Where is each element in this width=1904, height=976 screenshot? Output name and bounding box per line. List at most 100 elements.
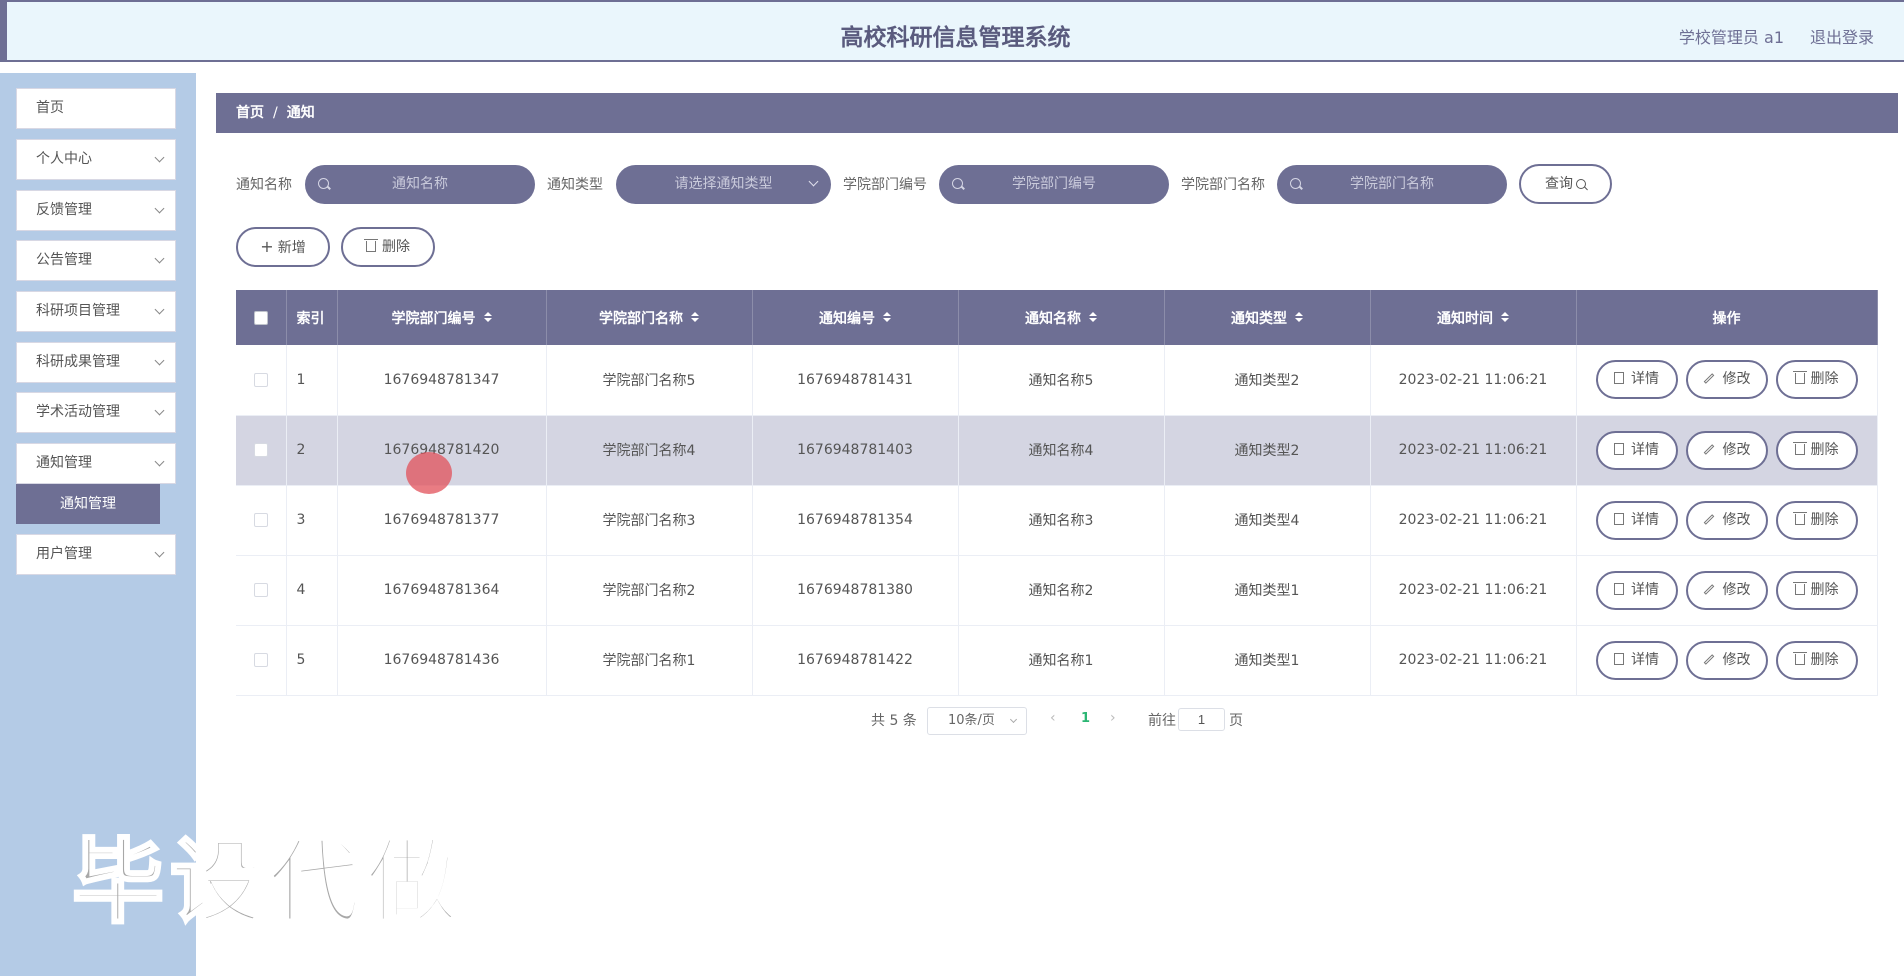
select-all-cell — [236, 290, 287, 345]
edit-button[interactable]: 修改 — [1685, 640, 1768, 680]
row-checkbox[interactable] — [253, 443, 268, 457]
row-checkbox[interactable] — [253, 653, 268, 667]
table-row[interactable]: 4 1676948781364 学院部门名称2 1676948781380 通知名称2 通… — [236, 555, 1878, 626]
table-cell: 1 — [286, 345, 338, 416]
sidebar-item-personal-center[interactable]: 个人中心 — [16, 139, 176, 180]
table-cell: 通知名称3 — [958, 485, 1165, 556]
search-icon — [1290, 178, 1301, 189]
sort-icon[interactable] — [691, 311, 699, 322]
sidebar-item-feedback[interactable]: 反馈管理 — [16, 190, 176, 231]
column-header-notice-no[interactable]: 通知编号 — [752, 290, 959, 345]
submenu-item-notice-management[interactable]: 通知管理 — [16, 484, 160, 524]
prev-page-button[interactable]: ‹ — [1050, 710, 1056, 726]
column-header-notice-type[interactable]: 通知类型 — [1164, 290, 1371, 345]
table-cell: 通知名称1 — [958, 625, 1165, 696]
sidebar-item-announcement[interactable]: 公告管理 — [16, 240, 176, 281]
notice-name-label: 通知名称 — [236, 177, 292, 193]
delete-button[interactable]: 删除 — [1775, 360, 1858, 400]
page-number-current[interactable]: 1 — [1081, 711, 1090, 726]
edit-button[interactable]: 修改 — [1685, 570, 1768, 610]
chevron-down-icon — [154, 253, 165, 264]
detail-button[interactable]: 详情 — [1595, 430, 1678, 470]
detail-button[interactable]: 详情 — [1595, 500, 1678, 540]
edit-button[interactable]: 修改 — [1685, 500, 1768, 540]
table-row[interactable]: 5 1676948781436 学院部门名称1 1676948781422 通知名称1 通… — [236, 625, 1878, 696]
detail-button[interactable]: 详情 — [1595, 360, 1678, 400]
notice-name-input[interactable]: 通知名称 — [305, 165, 535, 204]
sidebar-item-notice[interactable]: 通知管理 — [16, 443, 176, 484]
table-cell: 1676948781380 — [752, 555, 959, 626]
sidebar-item-research-project[interactable]: 科研项目管理 — [16, 291, 176, 332]
sort-icon[interactable] — [483, 311, 492, 322]
goto-page-input[interactable] — [1178, 708, 1225, 731]
sidebar-item-home[interactable]: 首页 — [16, 88, 176, 129]
column-header-notice-name[interactable]: 通知名称 — [958, 290, 1165, 345]
delete-button[interactable]: 删除 — [1775, 640, 1858, 680]
sidebar-item-research-result[interactable]: 科研成果管理 — [16, 342, 176, 383]
delete-button[interactable]: 删除 — [1775, 500, 1858, 540]
select-all-checkbox[interactable] — [253, 310, 268, 325]
delete-button[interactable]: 删除 — [1775, 430, 1858, 470]
query-button[interactable]: 查询 — [1519, 164, 1612, 204]
next-page-button[interactable]: › — [1110, 710, 1116, 726]
column-header-dept-no[interactable]: 学院部门编号 — [337, 290, 547, 345]
detail-label: 详情 — [1631, 511, 1659, 528]
table-header-row: 索引 学院部门编号 学院部门名称 通知编号 通知名称 通知类型 通知时间 操作 — [236, 290, 1878, 345]
chevron-down-icon — [154, 547, 165, 558]
row-checkbox[interactable] — [253, 583, 268, 597]
notice-table: 索引 学院部门编号 学院部门名称 通知编号 通知名称 通知类型 通知时间 操作 … — [236, 290, 1878, 696]
chevron-down-icon — [154, 355, 165, 366]
sidebar-item-user[interactable]: 用户管理 — [16, 534, 176, 575]
table-cell: 5 — [286, 625, 338, 696]
table-cell: 2023-02-21 11:06:21 — [1370, 415, 1577, 486]
table-row[interactable]: 1 1676948781347 学院部门名称5 1676948781431 通知名称5 通… — [236, 345, 1878, 416]
sort-icon[interactable] — [883, 311, 891, 322]
sidebar-item-label: 个人中心 — [36, 151, 92, 167]
dept-no-input[interactable]: 学院部门编号 — [939, 165, 1169, 204]
table-cell: 1676948781422 — [752, 625, 959, 696]
pagination-total: 共 5 条 — [871, 713, 917, 729]
table-row[interactable]: 3 1676948781377 学院部门名称3 1676948781354 通知名称3 通… — [236, 485, 1878, 556]
sidebar-item-label: 首页 — [36, 100, 64, 116]
dept-name-label: 学院部门名称 — [1181, 177, 1265, 193]
column-header-label: 通知时间 — [1437, 310, 1493, 327]
row-checkbox[interactable] — [253, 372, 268, 387]
breadcrumb-home[interactable]: 首页 — [236, 105, 264, 121]
table-cell: 通知名称4 — [958, 415, 1165, 486]
sort-icon[interactable] — [1295, 311, 1303, 322]
dept-name-input[interactable]: 学院部门名称 — [1277, 165, 1507, 204]
page-size-select[interactable]: 10条/页 — [927, 707, 1027, 735]
batch-delete-button[interactable]: 删除 — [341, 227, 435, 267]
row-actions-cell: 详情 修改 删除 — [1576, 345, 1878, 416]
sidebar-item-academic-activity[interactable]: 学术活动管理 — [16, 392, 176, 433]
edit-label: 修改 — [1722, 581, 1751, 598]
table-cell: 学院部门名称1 — [546, 625, 753, 696]
notice-type-placeholder: 请选择通知类型 — [674, 176, 773, 192]
trash-icon — [1792, 511, 1807, 525]
add-button[interactable]: + 新增 — [236, 227, 330, 267]
table-cell: 2023-02-21 11:06:21 — [1370, 555, 1577, 626]
table-cell: 学院部门名称5 — [546, 345, 753, 416]
delete-label: 删除 — [382, 239, 410, 255]
dept-no-label: 学院部门编号 — [843, 177, 927, 193]
breadcrumb-separator: / — [273, 105, 278, 121]
chevron-down-icon — [154, 405, 165, 416]
edit-button[interactable]: 修改 — [1685, 430, 1768, 470]
edit-button[interactable]: 修改 — [1685, 360, 1768, 400]
sidebar-item-label: 学术活动管理 — [36, 404, 120, 420]
table-row[interactable]: 2 1676948781420 学院部门名称4 1676948781403 通知名称4 通… — [236, 415, 1878, 486]
column-header-notice-time[interactable]: 通知时间 — [1370, 290, 1577, 345]
detail-button[interactable]: 详情 — [1595, 570, 1678, 610]
notice-type-select[interactable]: 请选择通知类型 — [616, 165, 831, 204]
detail-button[interactable]: 详情 — [1595, 640, 1678, 680]
column-header-index: 索引 — [286, 290, 338, 345]
sort-icon[interactable] — [1089, 311, 1097, 322]
column-header-dept-name[interactable]: 学院部门名称 — [546, 290, 753, 345]
delete-button[interactable]: 删除 — [1775, 570, 1858, 610]
delete-label: 删除 — [1810, 371, 1839, 388]
row-select-cell — [236, 415, 287, 486]
logout-link[interactable]: 退出登录 — [1810, 24, 1874, 48]
row-checkbox[interactable] — [253, 513, 268, 527]
sort-icon[interactable] — [1501, 311, 1509, 322]
pencil-icon — [1703, 513, 1714, 525]
